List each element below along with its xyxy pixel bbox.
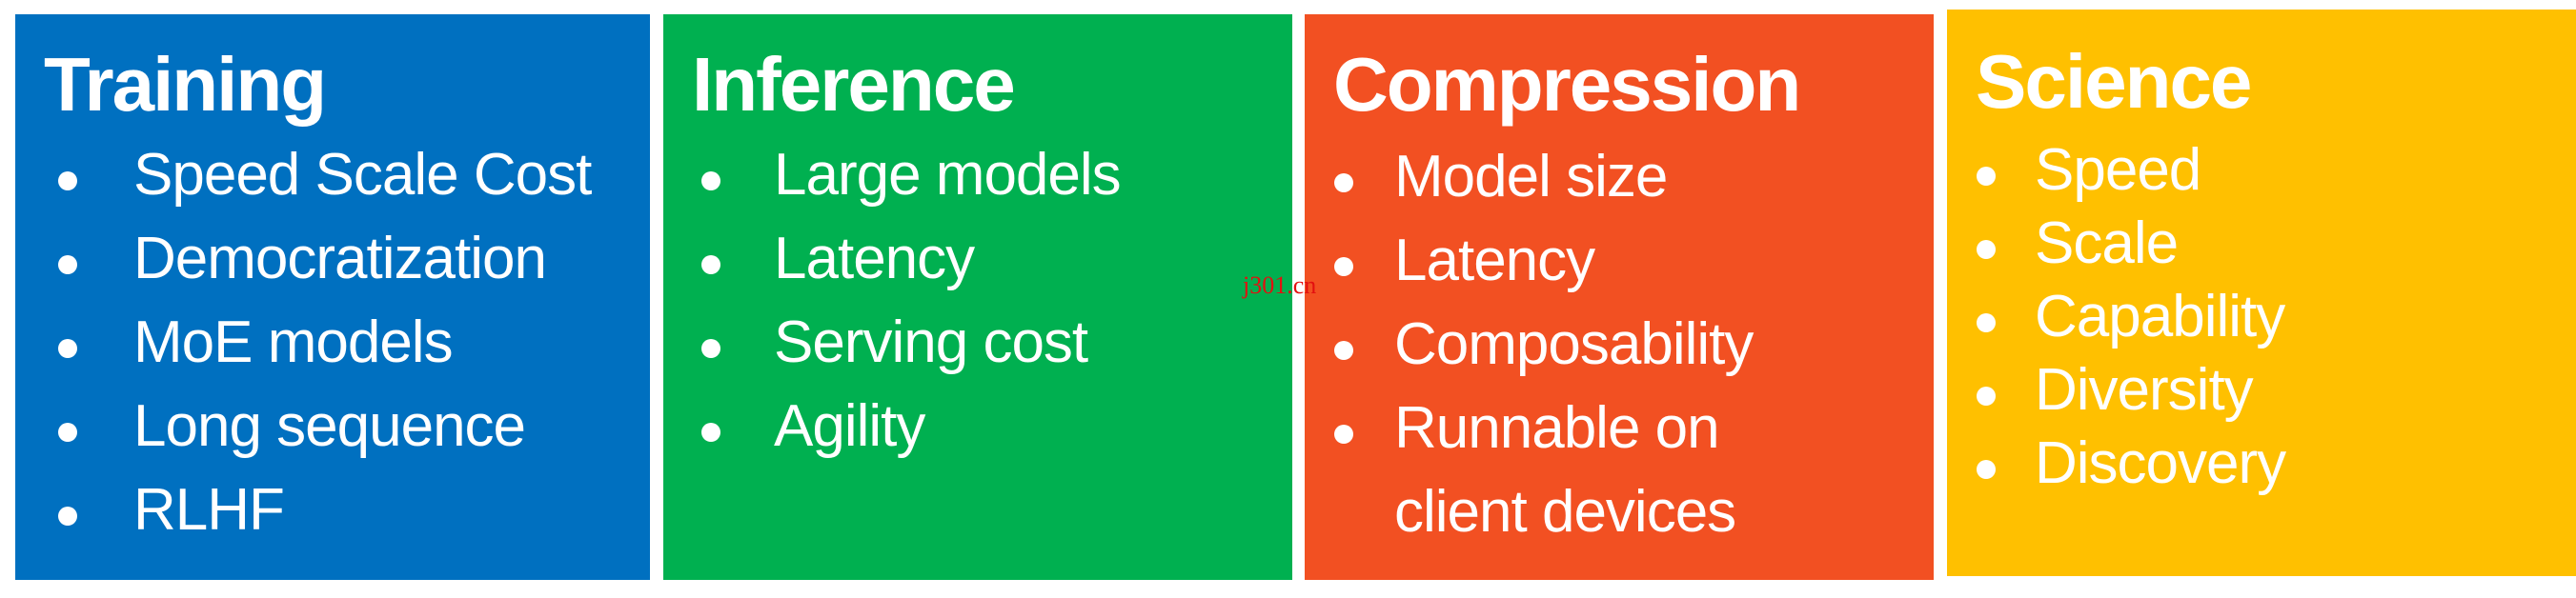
bullet-icon [701, 339, 720, 358]
bullet-icon [1977, 313, 1996, 332]
panel-inference: Inference Large models Latency Serving c… [663, 14, 1292, 580]
panel-title: Compression [1333, 42, 1801, 127]
bullet-icon [1977, 460, 1996, 479]
bullet-icon [701, 255, 720, 274]
panel-title: Science [1976, 39, 2252, 124]
bullet-icon [1334, 173, 1353, 192]
bullet-icon [58, 339, 77, 358]
bullet-icon [58, 423, 77, 442]
bullet-icon [1977, 387, 1996, 406]
panel-title: Training [44, 42, 327, 127]
bullet-icon [58, 507, 77, 526]
bullet-icon [1334, 257, 1353, 276]
bullet-icon [1977, 240, 1996, 259]
bullet-icon [58, 171, 77, 190]
panel-science: Science Speed Scale Capability Diversity… [1947, 10, 2576, 576]
bullet-icon [701, 423, 720, 442]
bullet-icon [1334, 425, 1353, 444]
bullet-icon [701, 171, 720, 190]
bullet-icon [1977, 167, 1996, 186]
panel-title: Inference [692, 42, 1016, 127]
panel-training: Training Speed Scale Cost Democratizatio… [15, 14, 650, 580]
panel-compression: Compression Model size Latency Composabi… [1305, 14, 1934, 580]
bullet-icon [58, 255, 77, 274]
bullet-icon [1334, 341, 1353, 360]
watermark: j301.cn [1243, 271, 1317, 299]
